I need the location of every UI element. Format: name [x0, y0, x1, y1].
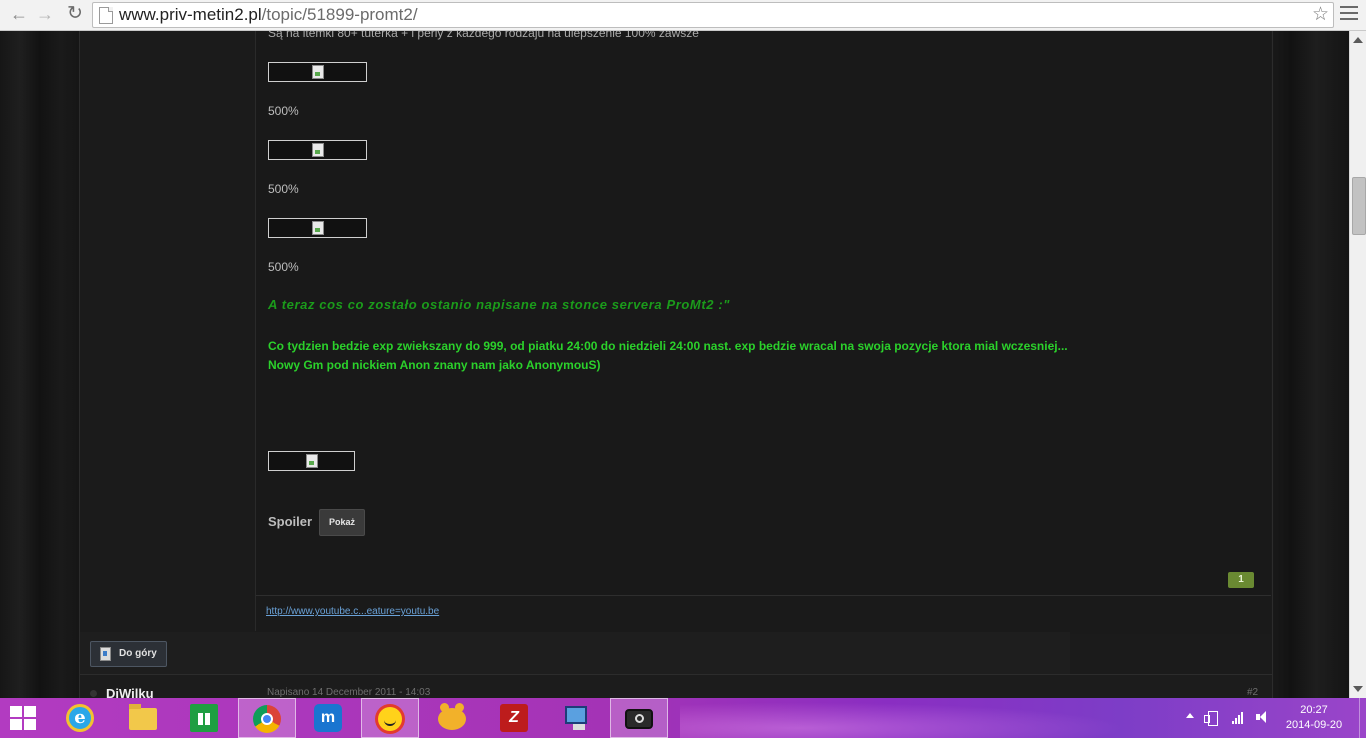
- next-post-header: DiWilku Napisano 14 December 2011 - 14:0…: [80, 674, 1272, 698]
- taskbar-app-windows-store[interactable]: [176, 698, 232, 738]
- browser-toolbar: ← → ↻ www.priv-metin2.pl/topic/51899-pro…: [0, 0, 1366, 31]
- start-button[interactable]: [10, 706, 36, 730]
- address-bar[interactable]: www.priv-metin2.pl/topic/51899-promt2/ ☆: [92, 2, 1334, 28]
- taskbar-wallpaper: [680, 698, 1180, 738]
- broken-image-icon: [312, 221, 324, 235]
- taskbar-app-network[interactable]: [548, 698, 604, 738]
- taskbar-app-paw[interactable]: [424, 698, 480, 738]
- page-viewport: Są na itemki 80+ tuterka + i perly z kaz…: [0, 31, 1349, 698]
- paw-icon: [438, 703, 466, 730]
- system-tray: 20:27 2014-09-20: [1180, 698, 1366, 738]
- post-signature: http://www.youtube.c...eature=youtu.be: [256, 595, 1271, 634]
- browser-menu-icon[interactable]: [1340, 6, 1358, 24]
- clock-time: 20:27: [1300, 704, 1328, 716]
- camera-icon: [625, 709, 653, 729]
- wifi-signal-icon[interactable]: [1232, 710, 1246, 724]
- chrome-icon: [253, 705, 281, 733]
- maxthon-icon: m: [314, 704, 342, 732]
- offline-status-icon: [90, 690, 97, 697]
- taskbar-app-internet-explorer[interactable]: e: [52, 698, 108, 738]
- announcement-line: Nowy Gm pod nickiem Anon znany nam jako …: [268, 358, 601, 372]
- taskbar-app-maxthon[interactable]: m: [300, 698, 356, 738]
- url-host: www.priv-metin2.pl: [119, 5, 262, 24]
- taskbar-app-camera[interactable]: [610, 698, 668, 738]
- spoiler-show-button[interactable]: Pokaż: [319, 509, 365, 536]
- show-desktop-button[interactable]: [1359, 698, 1366, 738]
- show-hidden-icons-icon[interactable]: [1186, 713, 1194, 718]
- broken-image: [268, 140, 367, 160]
- post-actions-bar: Do góry: [80, 632, 1070, 674]
- volume-icon[interactable]: [1256, 710, 1270, 724]
- broken-image-icon: [312, 65, 324, 79]
- page-scrollbar[interactable]: [1349, 31, 1366, 698]
- taskbar-app-file-explorer[interactable]: [115, 698, 171, 738]
- scroll-down-arrow-icon[interactable]: [1353, 686, 1363, 692]
- page-background-right: [1271, 31, 1349, 698]
- taskbar-app-sun[interactable]: [361, 698, 419, 738]
- next-post-author[interactable]: DiWilku: [106, 686, 154, 698]
- battery-icon[interactable]: [1204, 711, 1218, 726]
- network-computer-icon: [565, 706, 587, 730]
- rate-text: 500%: [268, 182, 299, 196]
- broken-image: [268, 451, 355, 471]
- rate-text: 500%: [268, 260, 299, 274]
- sun-icon: [378, 707, 402, 731]
- taskbar-app-google-chrome[interactable]: [238, 698, 296, 738]
- reload-icon[interactable]: ↻: [64, 3, 86, 25]
- taskbar-clock[interactable]: 20:27 2014-09-20: [1284, 703, 1344, 733]
- post-text-line: Są na itemki 80+ tuterka + i perly z kaz…: [268, 31, 699, 40]
- back-to-top-button[interactable]: Do góry: [90, 641, 167, 667]
- rate-text: 500%: [268, 104, 299, 118]
- folder-icon: [129, 704, 157, 730]
- next-post-date: Napisano 14 December 2011 - 14:03: [267, 687, 431, 698]
- spoiler-label: Spoiler: [268, 514, 313, 529]
- broken-image: [268, 218, 367, 238]
- document-icon: [100, 647, 111, 661]
- forum-post-container: Są na itemki 80+ tuterka + i perly z kaz…: [79, 31, 1273, 698]
- page-icon: [99, 7, 113, 24]
- windows-taskbar: e m Z 20:27 2014-09-20: [0, 698, 1366, 738]
- broken-image-icon: [312, 143, 324, 157]
- internet-explorer-icon: e: [66, 704, 94, 732]
- announcement-line: Co tydzien bedzie exp zwiekszany do 999,…: [268, 339, 1068, 353]
- scroll-up-arrow-icon[interactable]: [1353, 37, 1363, 43]
- reputation-badge[interactable]: 1: [1228, 572, 1254, 588]
- signature-link[interactable]: http://www.youtube.c...eature=youtu.be: [266, 606, 439, 617]
- next-post-number[interactable]: #2: [1247, 687, 1258, 698]
- forward-arrow-icon[interactable]: →: [34, 3, 56, 25]
- store-icon: [190, 704, 218, 732]
- back-to-top-label: Do góry: [119, 648, 157, 659]
- filezilla-icon: Z: [500, 704, 528, 732]
- post-body: [256, 31, 1271, 596]
- bookmark-star-icon[interactable]: ☆: [1312, 3, 1329, 26]
- broken-image-icon: [306, 454, 318, 468]
- taskbar-app-filezilla[interactable]: Z: [486, 698, 542, 738]
- broken-image: [268, 62, 367, 82]
- post-author-column: [80, 31, 256, 631]
- back-arrow-icon[interactable]: ←: [8, 3, 30, 25]
- url-text[interactable]: www.priv-metin2.pl/topic/51899-promt2/: [119, 5, 418, 25]
- clock-date: 2014-09-20: [1285, 719, 1343, 731]
- announcement-heading: A teraz cos co zostało ostanio napisane …: [268, 297, 731, 312]
- url-path: /topic/51899-promt2/: [261, 5, 418, 24]
- scrollbar-thumb[interactable]: [1352, 177, 1366, 235]
